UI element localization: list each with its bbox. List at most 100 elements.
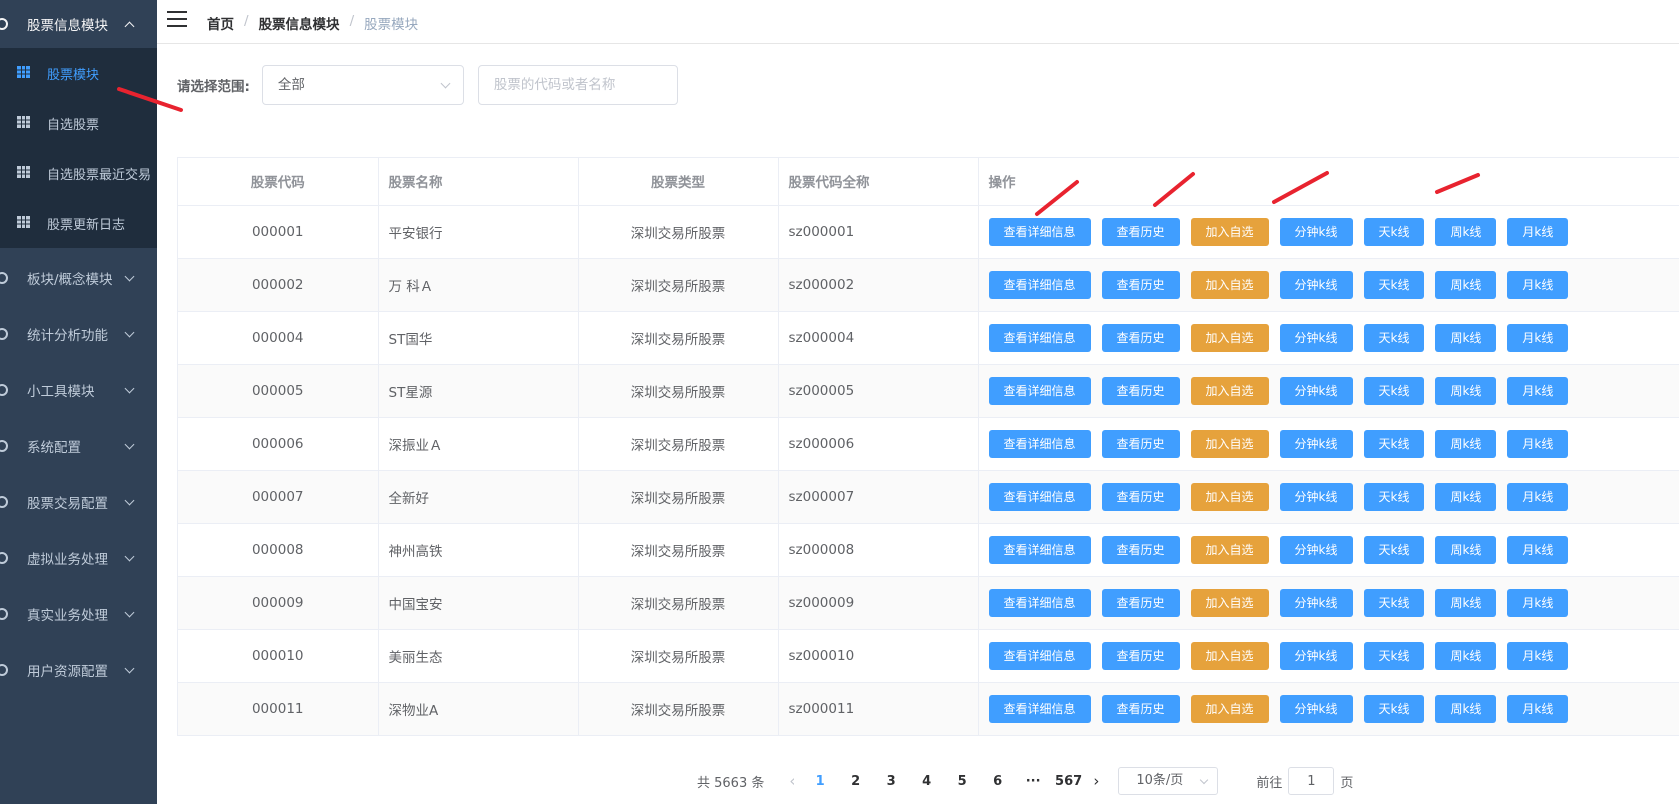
view-detail-button[interactable]: 查看详细信息 — [988, 270, 1091, 299]
menu-group-3[interactable]: 系统配置 — [0, 418, 157, 474]
view-history-button[interactable]: 查看历史 — [1101, 376, 1180, 405]
view-history-button[interactable]: 查看历史 — [1101, 270, 1180, 299]
add-watchlist-button[interactable]: 加入自选 — [1190, 429, 1269, 458]
menu-group-6[interactable]: 真实业务处理 — [0, 586, 157, 642]
day-kline-button[interactable]: 天k线 — [1363, 641, 1425, 670]
month-kline-button[interactable]: 月k线 — [1507, 323, 1569, 352]
day-kline-button[interactable]: 天k线 — [1363, 217, 1425, 246]
range-select[interactable]: 全部 — [261, 65, 464, 105]
week-kline-button[interactable]: 周k线 — [1435, 429, 1497, 458]
breadcrumb-item-1[interactable]: 股票信息模块 — [259, 13, 340, 33]
day-kline-button[interactable]: 天k线 — [1363, 535, 1425, 564]
page-last[interactable]: 567 — [1051, 774, 1087, 789]
week-kline-button[interactable]: 周k线 — [1435, 641, 1497, 670]
sidebar-item-1[interactable]: 自选股票 — [0, 98, 157, 148]
minute-kline-button[interactable]: 分钟k线 — [1279, 217, 1353, 246]
day-kline-button[interactable]: 天k线 — [1363, 376, 1425, 405]
view-history-button[interactable]: 查看历史 — [1101, 641, 1180, 670]
page-4[interactable]: 4 — [909, 774, 945, 789]
day-kline-button[interactable]: 天k线 — [1363, 482, 1425, 511]
add-watchlist-button[interactable]: 加入自选 — [1190, 376, 1269, 405]
view-detail-button[interactable]: 查看详细信息 — [988, 482, 1091, 511]
view-detail-button[interactable]: 查看详细信息 — [988, 535, 1091, 564]
view-history-button[interactable]: 查看历史 — [1101, 429, 1180, 458]
view-history-button[interactable]: 查看历史 — [1101, 323, 1180, 352]
menu-group-4[interactable]: 股票交易配置 — [0, 474, 157, 530]
minute-kline-button[interactable]: 分钟k线 — [1279, 641, 1353, 670]
stock-search-input[interactable] — [477, 65, 678, 105]
goto-page-input[interactable] — [1288, 767, 1335, 795]
view-detail-button[interactable]: 查看详细信息 — [988, 588, 1091, 617]
view-history-button[interactable]: 查看历史 — [1101, 694, 1180, 723]
day-kline-button[interactable]: 天k线 — [1363, 588, 1425, 617]
week-kline-button[interactable]: 周k线 — [1435, 482, 1497, 511]
minute-kline-button[interactable]: 分钟k线 — [1279, 588, 1353, 617]
add-watchlist-button[interactable]: 加入自选 — [1190, 270, 1269, 299]
minute-kline-button[interactable]: 分钟k线 — [1279, 376, 1353, 405]
page-6[interactable]: 6 — [980, 774, 1016, 789]
add-watchlist-button[interactable]: 加入自选 — [1190, 641, 1269, 670]
month-kline-button[interactable]: 月k线 — [1507, 270, 1569, 299]
day-kline-button[interactable]: 天k线 — [1363, 270, 1425, 299]
add-watchlist-button[interactable]: 加入自选 — [1190, 694, 1269, 723]
view-detail-button[interactable]: 查看详细信息 — [988, 641, 1091, 670]
view-detail-button[interactable]: 查看详细信息 — [988, 694, 1091, 723]
week-kline-button[interactable]: 周k线 — [1435, 588, 1497, 617]
add-watchlist-button[interactable]: 加入自选 — [1190, 482, 1269, 511]
page-5[interactable]: 5 — [944, 774, 980, 789]
page-size-select[interactable]: 10条/页 — [1118, 767, 1219, 795]
menu-group-0[interactable]: 板块/概念模块 — [0, 250, 157, 306]
view-history-button[interactable]: 查看历史 — [1101, 217, 1180, 246]
day-kline-button[interactable]: 天k线 — [1363, 429, 1425, 458]
week-kline-button[interactable]: 周k线 — [1435, 376, 1497, 405]
month-kline-button[interactable]: 月k线 — [1507, 482, 1569, 511]
menu-group-1[interactable]: 统计分析功能 — [0, 306, 157, 362]
menu-group-2[interactable]: 小工具模块 — [0, 362, 157, 418]
page-2[interactable]: 2 — [838, 774, 874, 789]
page-1[interactable]: 1 — [802, 774, 838, 789]
prev-page-icon[interactable]: ‹ — [782, 772, 802, 790]
add-watchlist-button[interactable]: 加入自选 — [1190, 535, 1269, 564]
minute-kline-button[interactable]: 分钟k线 — [1279, 270, 1353, 299]
minute-kline-button[interactable]: 分钟k线 — [1279, 482, 1353, 511]
minute-kline-button[interactable]: 分钟k线 — [1279, 694, 1353, 723]
sidebar-item-3[interactable]: 股票更新日志 — [0, 198, 157, 248]
week-kline-button[interactable]: 周k线 — [1435, 323, 1497, 352]
next-page-icon[interactable]: › — [1086, 772, 1106, 790]
pagination-ellipsis[interactable]: ··· — [1015, 774, 1051, 789]
day-kline-button[interactable]: 天k线 — [1363, 694, 1425, 723]
month-kline-button[interactable]: 月k线 — [1507, 694, 1569, 723]
day-kline-button[interactable]: 天k线 — [1363, 323, 1425, 352]
add-watchlist-button[interactable]: 加入自选 — [1190, 588, 1269, 617]
add-watchlist-button[interactable]: 加入自选 — [1190, 217, 1269, 246]
view-detail-button[interactable]: 查看详细信息 — [988, 217, 1091, 246]
add-watchlist-button[interactable]: 加入自选 — [1190, 323, 1269, 352]
breadcrumb-item-0[interactable]: 首页 — [207, 13, 234, 33]
month-kline-button[interactable]: 月k线 — [1507, 429, 1569, 458]
minute-kline-button[interactable]: 分钟k线 — [1279, 535, 1353, 564]
month-kline-button[interactable]: 月k线 — [1507, 535, 1569, 564]
view-detail-button[interactable]: 查看详细信息 — [988, 376, 1091, 405]
sidebar-item-2[interactable]: 自选股票最近交易 — [0, 148, 157, 198]
menu-group-stock-info[interactable]: 股票信息模块 — [0, 0, 157, 48]
sidebar-item-0[interactable]: 股票模块 — [0, 48, 157, 98]
view-detail-button[interactable]: 查看详细信息 — [988, 323, 1091, 352]
view-history-button[interactable]: 查看历史 — [1101, 482, 1180, 511]
week-kline-button[interactable]: 周k线 — [1435, 270, 1497, 299]
minute-kline-button[interactable]: 分钟k线 — [1279, 323, 1353, 352]
week-kline-button[interactable]: 周k线 — [1435, 694, 1497, 723]
view-history-button[interactable]: 查看历史 — [1101, 535, 1180, 564]
view-history-button[interactable]: 查看历史 — [1101, 588, 1180, 617]
month-kline-button[interactable]: 月k线 — [1507, 641, 1569, 670]
month-kline-button[interactable]: 月k线 — [1507, 588, 1569, 617]
page-3[interactable]: 3 — [873, 774, 909, 789]
week-kline-button[interactable]: 周k线 — [1435, 535, 1497, 564]
month-kline-button[interactable]: 月k线 — [1507, 217, 1569, 246]
menu-group-5[interactable]: 虚拟业务处理 — [0, 530, 157, 586]
menu-group-7[interactable]: 用户资源配置 — [0, 642, 157, 698]
view-detail-button[interactable]: 查看详细信息 — [988, 429, 1091, 458]
minute-kline-button[interactable]: 分钟k线 — [1279, 429, 1353, 458]
hamburger-icon[interactable] — [167, 11, 187, 27]
week-kline-button[interactable]: 周k线 — [1435, 217, 1497, 246]
month-kline-button[interactable]: 月k线 — [1507, 376, 1569, 405]
